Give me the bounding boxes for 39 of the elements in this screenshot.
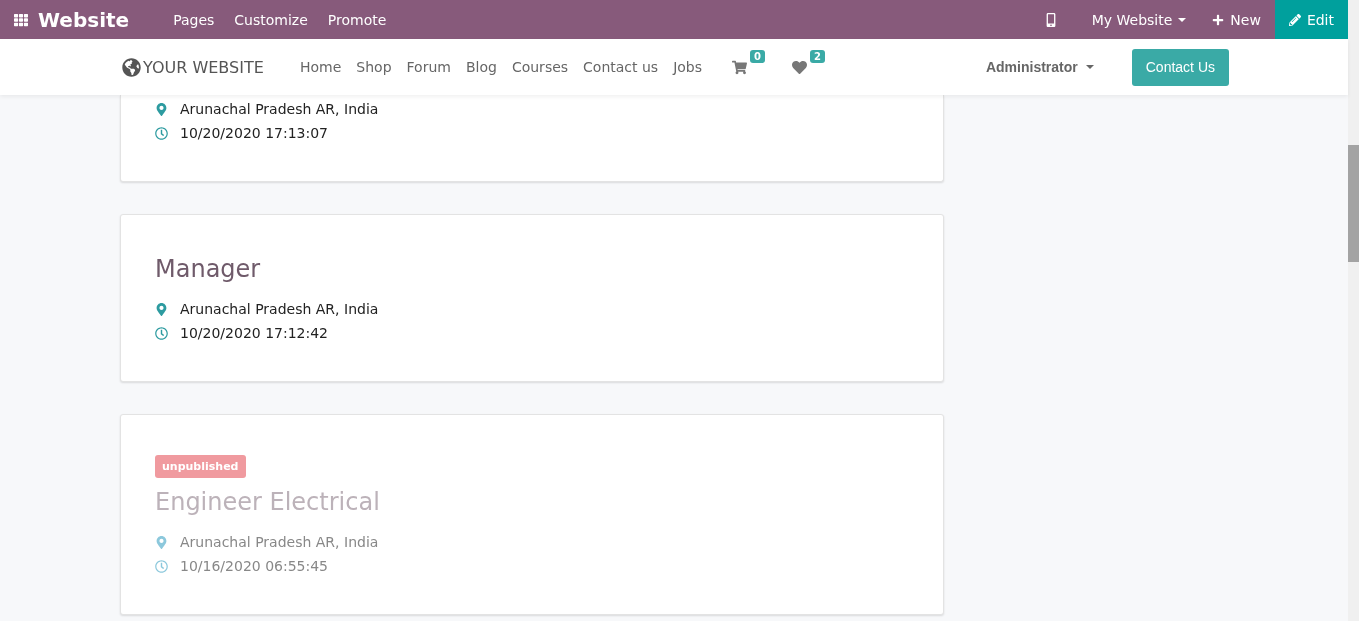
job-card[interactable]: unpublished Engineer Electrical Arunachal Pradesh AR, India 10/16/2020 06:55:45: [120, 414, 944, 615]
nav-link[interactable]: Courses: [511, 59, 569, 75]
job-location: Arunachal Pradesh AR, India: [180, 533, 379, 552]
nav-link[interactable]: Jobs: [673, 59, 703, 75]
nav-link[interactable]: Blog: [465, 59, 497, 75]
website-logo[interactable]: YOUR WEBSITE: [122, 57, 300, 77]
top-menu-item[interactable]: Customize: [224, 0, 318, 39]
new-button[interactable]: New: [1202, 0, 1271, 39]
map-pin-icon: [155, 302, 168, 316]
pencil-icon: [1288, 13, 1301, 26]
top-menu-item[interactable]: Pages: [163, 0, 225, 39]
wishlist-count: 2: [810, 49, 825, 63]
job-date: 10/20/2020 17:12:42: [180, 324, 329, 343]
job-date: 10/20/2020 17:13:07: [180, 124, 329, 143]
edit-button[interactable]: Edit: [1274, 0, 1348, 39]
user-menu[interactable]: Administrator: [979, 58, 1100, 76]
job-card[interactable]: Manager Arunachal Pradesh AR, India 10/20/2020 17:12:42: [120, 214, 944, 382]
job-title: Engineer Electrical: [155, 488, 380, 516]
nav-link[interactable]: Home: [300, 59, 342, 75]
map-pin-icon: [155, 102, 168, 116]
app-title: Website: [38, 7, 130, 32]
cart-count: 0: [750, 49, 765, 63]
plus-icon: [1212, 13, 1225, 26]
website-switcher[interactable]: My Website: [1081, 0, 1197, 39]
job-card[interactable]: Arunachal Pradesh AR, India 10/20/2020 17:13:07: [120, 95, 944, 182]
nav-link[interactable]: Shop: [356, 59, 392, 75]
job-location: Arunachal Pradesh AR, India: [180, 300, 379, 319]
clock-icon: [155, 559, 168, 573]
clock-icon: [155, 326, 168, 340]
unpublished-badge: unpublished: [155, 455, 246, 478]
job-title: Manager: [155, 255, 261, 283]
nav-link[interactable]: Forum: [406, 59, 451, 75]
map-pin-icon: [155, 535, 168, 549]
clock-icon: [155, 126, 168, 140]
job-date: 10/16/2020 06:55:45: [180, 557, 329, 576]
nav-link[interactable]: Contact us: [583, 59, 659, 75]
job-location: Arunachal Pradesh AR, India: [180, 100, 379, 119]
top-menu-item[interactable]: Promote: [317, 0, 397, 39]
scrollbar[interactable]: [1348, 0, 1359, 621]
